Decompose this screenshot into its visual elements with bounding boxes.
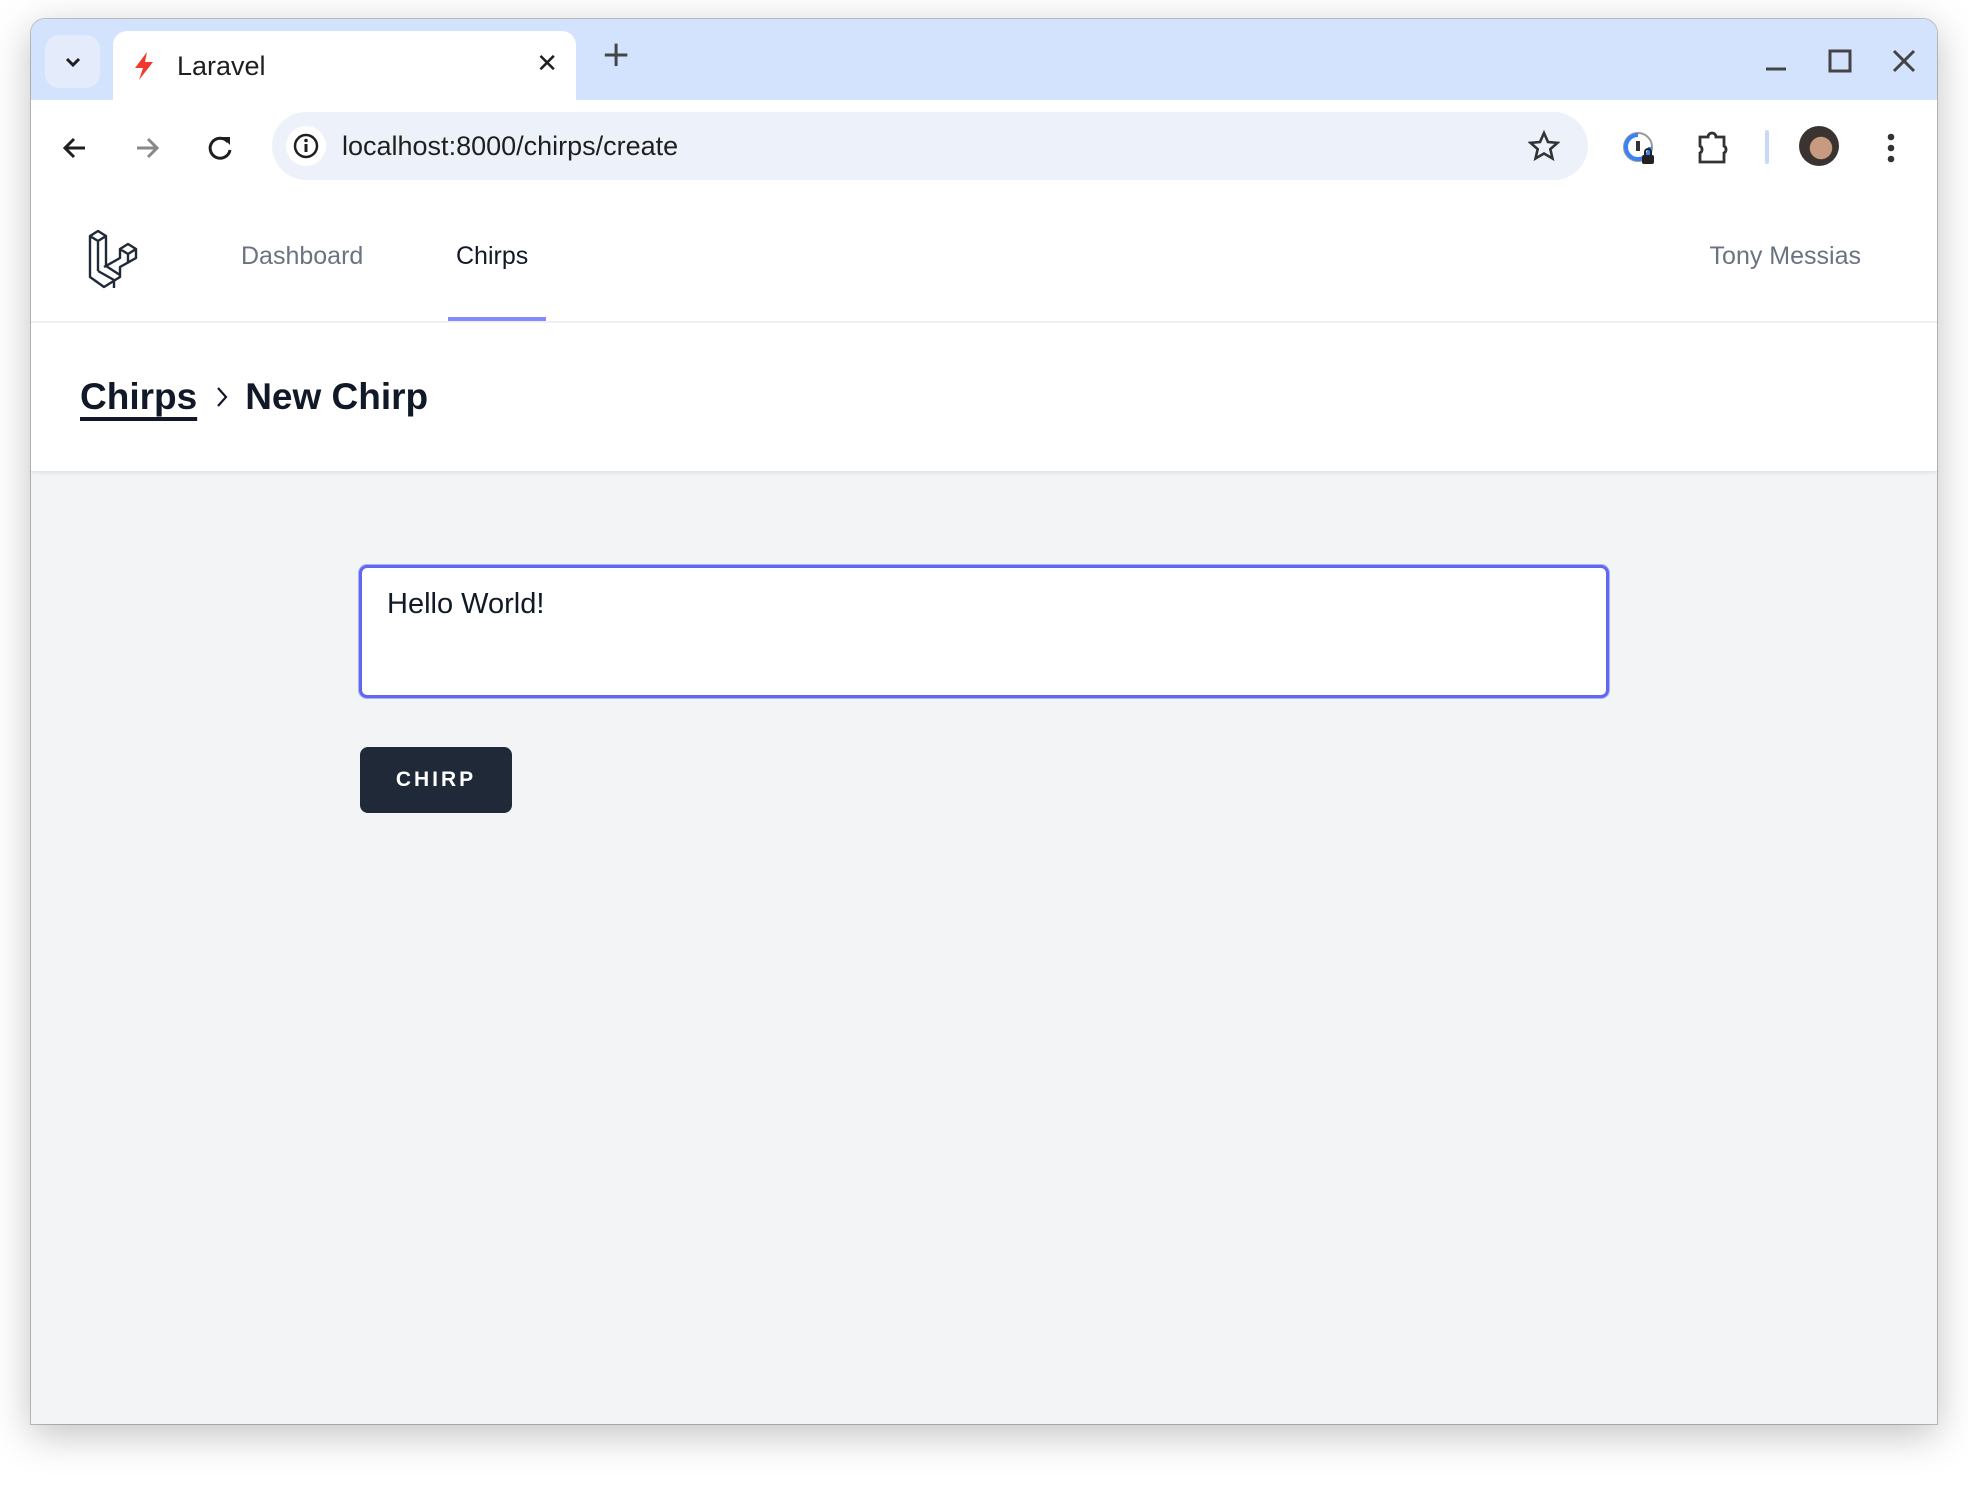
address-bar[interactable]: localhost:8000/chirps/create xyxy=(272,112,1588,180)
tab-laravel[interactable]: Laravel ✕ xyxy=(113,31,576,101)
close-tab-icon[interactable]: ✕ xyxy=(536,49,558,79)
tab-search-button[interactable] xyxy=(45,35,100,88)
back-icon[interactable] xyxy=(55,128,95,168)
chevron-down-icon xyxy=(65,57,80,67)
nav-chirps[interactable]: Chirps xyxy=(456,192,528,321)
nav-dashboard[interactable]: Dashboard xyxy=(241,192,363,321)
tab-title: Laravel xyxy=(177,50,266,81)
page-title: New Chirp xyxy=(245,376,429,417)
app-navigation: Dashboard Chirps Tony Messias xyxy=(31,192,1937,323)
close-window-icon[interactable] xyxy=(1884,41,1924,81)
forward-icon[interactable] xyxy=(127,128,167,168)
user-menu[interactable]: Tony Messias xyxy=(1710,192,1861,321)
minimize-icon[interactable] xyxy=(1756,41,1796,81)
chirp-message-input[interactable]: Hello World! xyxy=(359,565,1609,698)
browser-window: Laravel ✕ + localhost:8000/chirps/create… xyxy=(31,19,1937,1424)
breadcrumb-chirps-link[interactable]: Chirps xyxy=(80,376,197,418)
url-text[interactable]: localhost:8000/chirps/create xyxy=(342,131,678,162)
reload-icon[interactable] xyxy=(200,128,240,168)
chirp-submit-button[interactable]: CHIRP xyxy=(360,747,512,813)
chevron-right-icon xyxy=(217,387,228,407)
page-header: Chirps New Chirp xyxy=(31,323,1937,471)
password-manager-icon[interactable] xyxy=(1619,128,1659,168)
breadcrumb: Chirps New Chirp xyxy=(80,323,428,471)
tab-bar: Laravel ✕ + xyxy=(31,19,1937,101)
new-tab-button[interactable]: + xyxy=(601,37,631,73)
more-vert-icon[interactable] xyxy=(1871,128,1911,168)
info-icon[interactable] xyxy=(286,126,326,166)
maximize-icon[interactable] xyxy=(1820,41,1860,81)
active-tab-indicator xyxy=(448,317,546,321)
avatar[interactable] xyxy=(1799,126,1839,166)
toolbar-divider xyxy=(1765,130,1769,164)
laravel-logo-icon[interactable] xyxy=(87,226,151,290)
laravel-favicon xyxy=(135,52,153,80)
chirp-message-text: Hello World! xyxy=(387,588,545,620)
extensions-icon[interactable] xyxy=(1693,128,1733,168)
star-icon[interactable] xyxy=(1528,130,1560,162)
